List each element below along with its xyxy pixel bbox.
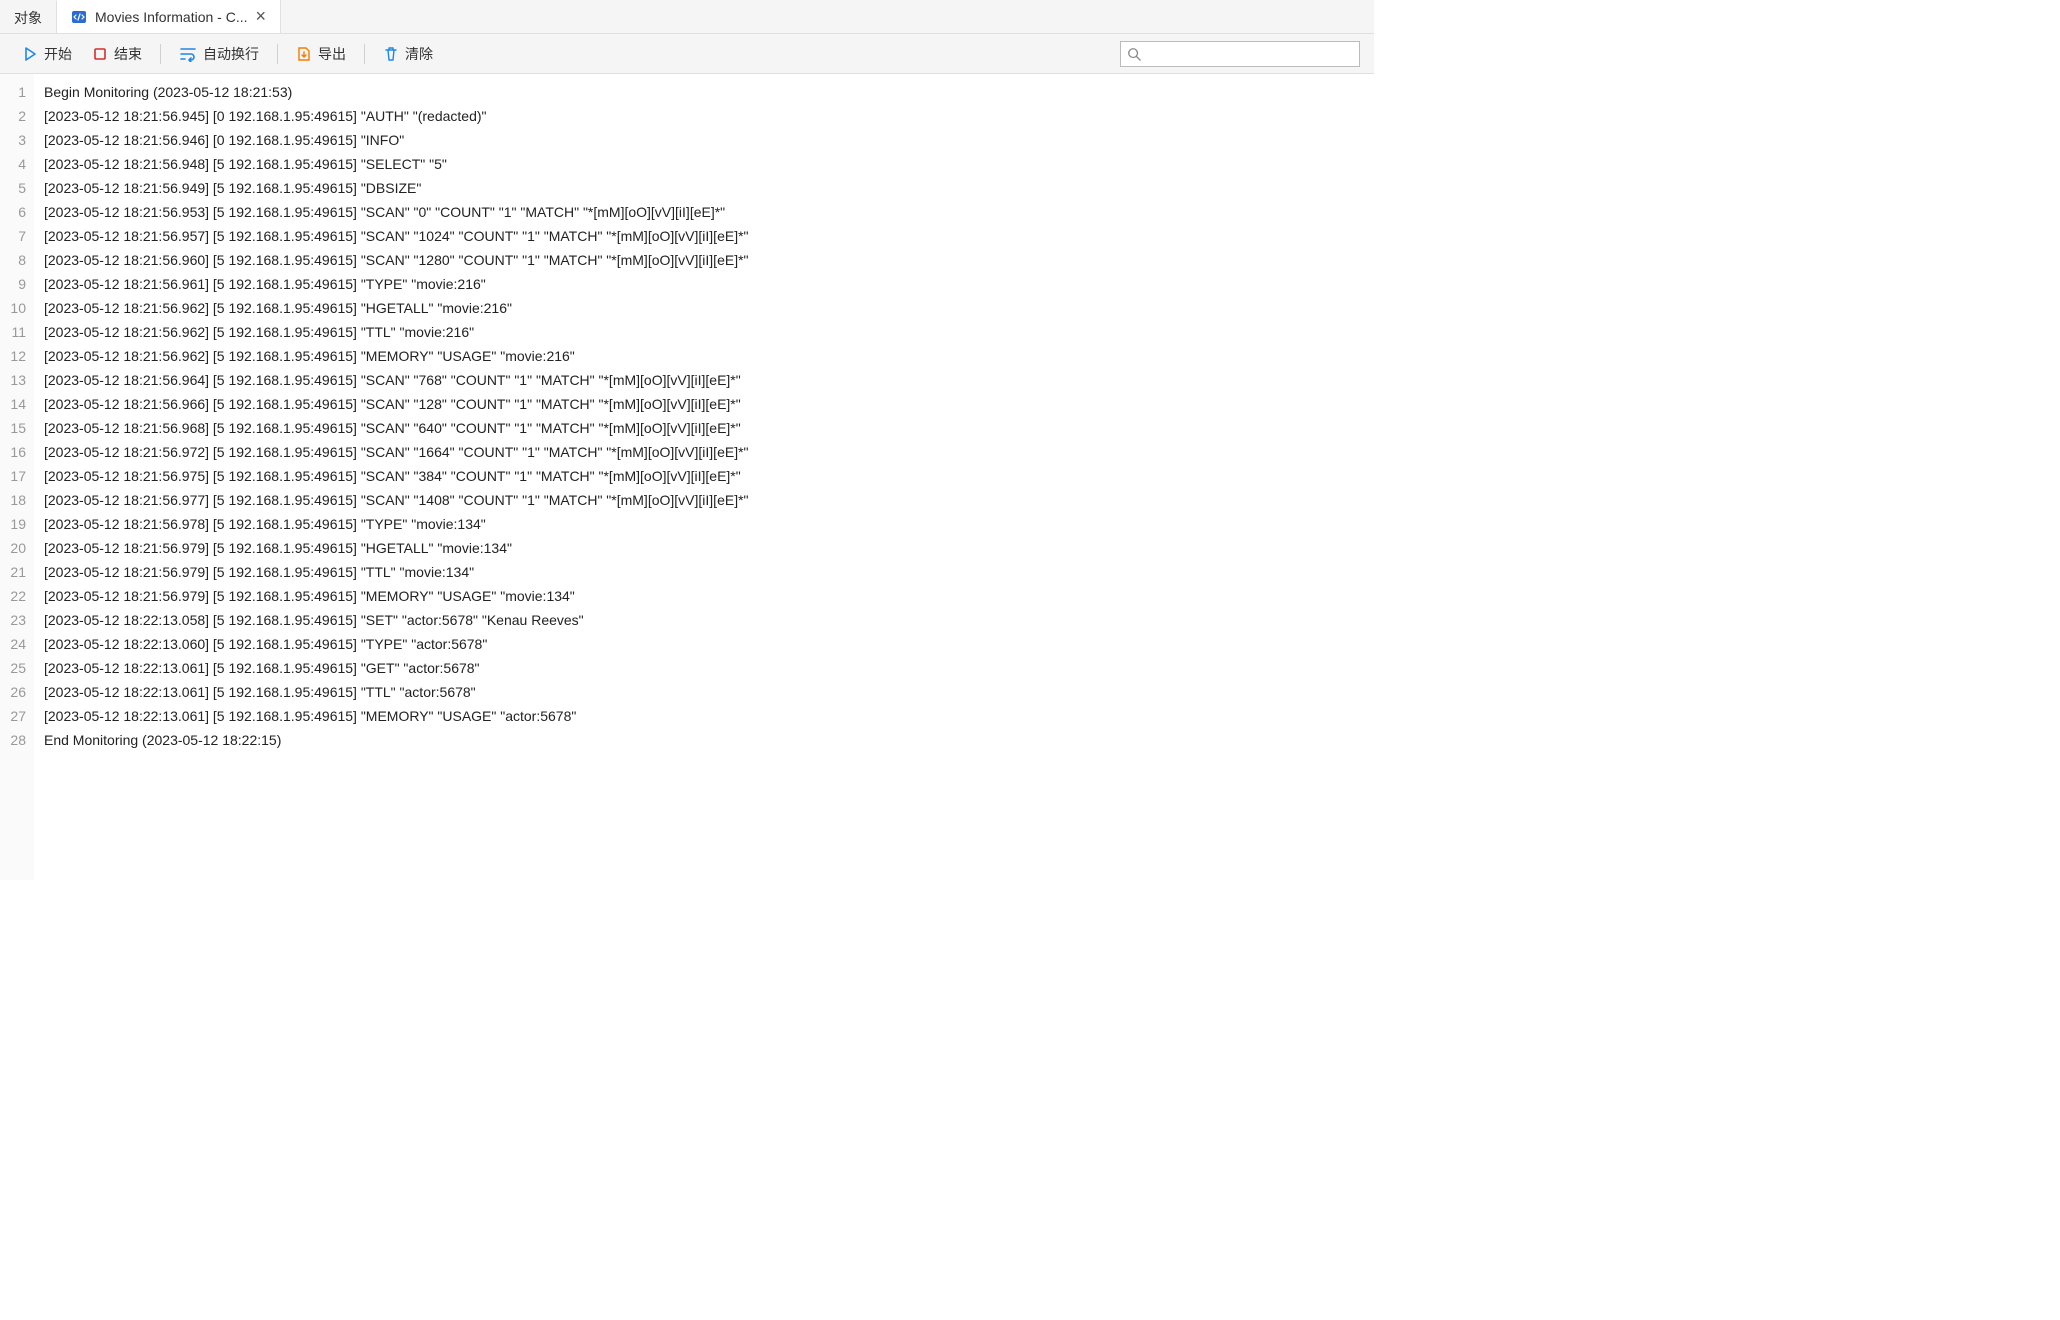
line-number: 2 [6,104,26,128]
log-line: [2023-05-12 18:21:56.960] [5 192.168.1.9… [44,248,749,272]
line-number: 1 [6,80,26,104]
line-gutter: 1234567891011121314151617181920212223242… [0,74,34,880]
line-number: 5 [6,176,26,200]
line-number: 6 [6,200,26,224]
button-label: 结束 [114,44,142,64]
log-line: [2023-05-12 18:21:56.945] [0 192.168.1.9… [44,104,749,128]
separator [277,44,278,64]
tab-bar: 对象 Movies Information - C... × [0,0,1374,34]
line-number: 16 [6,440,26,464]
button-label: 开始 [44,44,72,64]
wrap-button[interactable]: 自动换行 [171,40,267,68]
play-icon [22,46,38,62]
line-number: 26 [6,680,26,704]
line-number: 18 [6,488,26,512]
stop-icon [92,46,108,62]
export-button[interactable]: 导出 [288,40,354,68]
line-number: 14 [6,392,26,416]
line-number: 24 [6,632,26,656]
log-line: [2023-05-12 18:21:56.962] [5 192.168.1.9… [44,344,749,368]
log-line: [2023-05-12 18:21:56.946] [0 192.168.1.9… [44,128,749,152]
line-number: 12 [6,344,26,368]
stop-button[interactable]: 结束 [84,40,150,68]
log-line: [2023-05-12 18:21:56.978] [5 192.168.1.9… [44,512,749,536]
log-line: Begin Monitoring (2023-05-12 18:21:53) [44,80,749,104]
line-number: 3 [6,128,26,152]
log-line: [2023-05-12 18:21:56.968] [5 192.168.1.9… [44,416,749,440]
log-line: [2023-05-12 18:21:56.966] [5 192.168.1.9… [44,392,749,416]
export-icon [296,46,312,62]
log-line: [2023-05-12 18:21:56.979] [5 192.168.1.9… [44,584,749,608]
log-line: End Monitoring (2023-05-12 18:22:15) [44,728,749,752]
line-number: 21 [6,560,26,584]
line-number: 20 [6,536,26,560]
tab-movies-info[interactable]: Movies Information - C... × [57,0,281,33]
separator [160,44,161,64]
wrap-icon [179,46,197,62]
log-line: [2023-05-12 18:21:56.972] [5 192.168.1.9… [44,440,749,464]
search-input[interactable] [1145,46,1353,61]
line-number: 27 [6,704,26,728]
line-number: 28 [6,728,26,752]
separator [364,44,365,64]
log-line: [2023-05-12 18:22:13.058] [5 192.168.1.9… [44,608,749,632]
log-line: [2023-05-12 18:21:56.948] [5 192.168.1.9… [44,152,749,176]
log-line: [2023-05-12 18:22:13.061] [5 192.168.1.9… [44,704,749,728]
button-label: 自动换行 [203,44,259,64]
tab-label: Movies Information - C... [95,9,248,25]
code-icon [71,9,87,25]
log-line: [2023-05-12 18:21:56.977] [5 192.168.1.9… [44,488,749,512]
log-line: [2023-05-12 18:22:13.060] [5 192.168.1.9… [44,632,749,656]
line-number: 23 [6,608,26,632]
log-lines: Begin Monitoring (2023-05-12 18:21:53)[2… [34,74,759,880]
log-area[interactable]: 1234567891011121314151617181920212223242… [0,74,1374,880]
log-line: [2023-05-12 18:21:56.979] [5 192.168.1.9… [44,536,749,560]
search-icon [1127,47,1141,61]
log-line: [2023-05-12 18:22:13.061] [5 192.168.1.9… [44,680,749,704]
log-line: [2023-05-12 18:21:56.961] [5 192.168.1.9… [44,272,749,296]
log-line: [2023-05-12 18:21:56.979] [5 192.168.1.9… [44,560,749,584]
tab-label: 对象 [14,8,42,28]
line-number: 4 [6,152,26,176]
line-number: 10 [6,296,26,320]
clear-button[interactable]: 清除 [375,40,441,68]
line-number: 15 [6,416,26,440]
line-number: 25 [6,656,26,680]
line-number: 17 [6,464,26,488]
log-line: [2023-05-12 18:21:56.957] [5 192.168.1.9… [44,224,749,248]
toolbar: 开始 结束 自动换行 导出 清除 [0,34,1374,74]
line-number: 7 [6,224,26,248]
close-icon[interactable]: × [256,6,267,27]
start-button[interactable]: 开始 [14,40,80,68]
line-number: 22 [6,584,26,608]
line-number: 11 [6,320,26,344]
log-line: [2023-05-12 18:22:13.061] [5 192.168.1.9… [44,656,749,680]
log-line: [2023-05-12 18:21:56.962] [5 192.168.1.9… [44,320,749,344]
log-line: [2023-05-12 18:21:56.964] [5 192.168.1.9… [44,368,749,392]
tab-objects[interactable]: 对象 [0,0,57,33]
button-label: 导出 [318,44,346,64]
line-number: 13 [6,368,26,392]
log-line: [2023-05-12 18:21:56.975] [5 192.168.1.9… [44,464,749,488]
log-line: [2023-05-12 18:21:56.949] [5 192.168.1.9… [44,176,749,200]
line-number: 8 [6,248,26,272]
log-line: [2023-05-12 18:21:56.953] [5 192.168.1.9… [44,200,749,224]
button-label: 清除 [405,44,433,64]
log-line: [2023-05-12 18:21:56.962] [5 192.168.1.9… [44,296,749,320]
trash-icon [383,46,399,62]
line-number: 19 [6,512,26,536]
line-number: 9 [6,272,26,296]
search-box[interactable] [1120,41,1360,67]
